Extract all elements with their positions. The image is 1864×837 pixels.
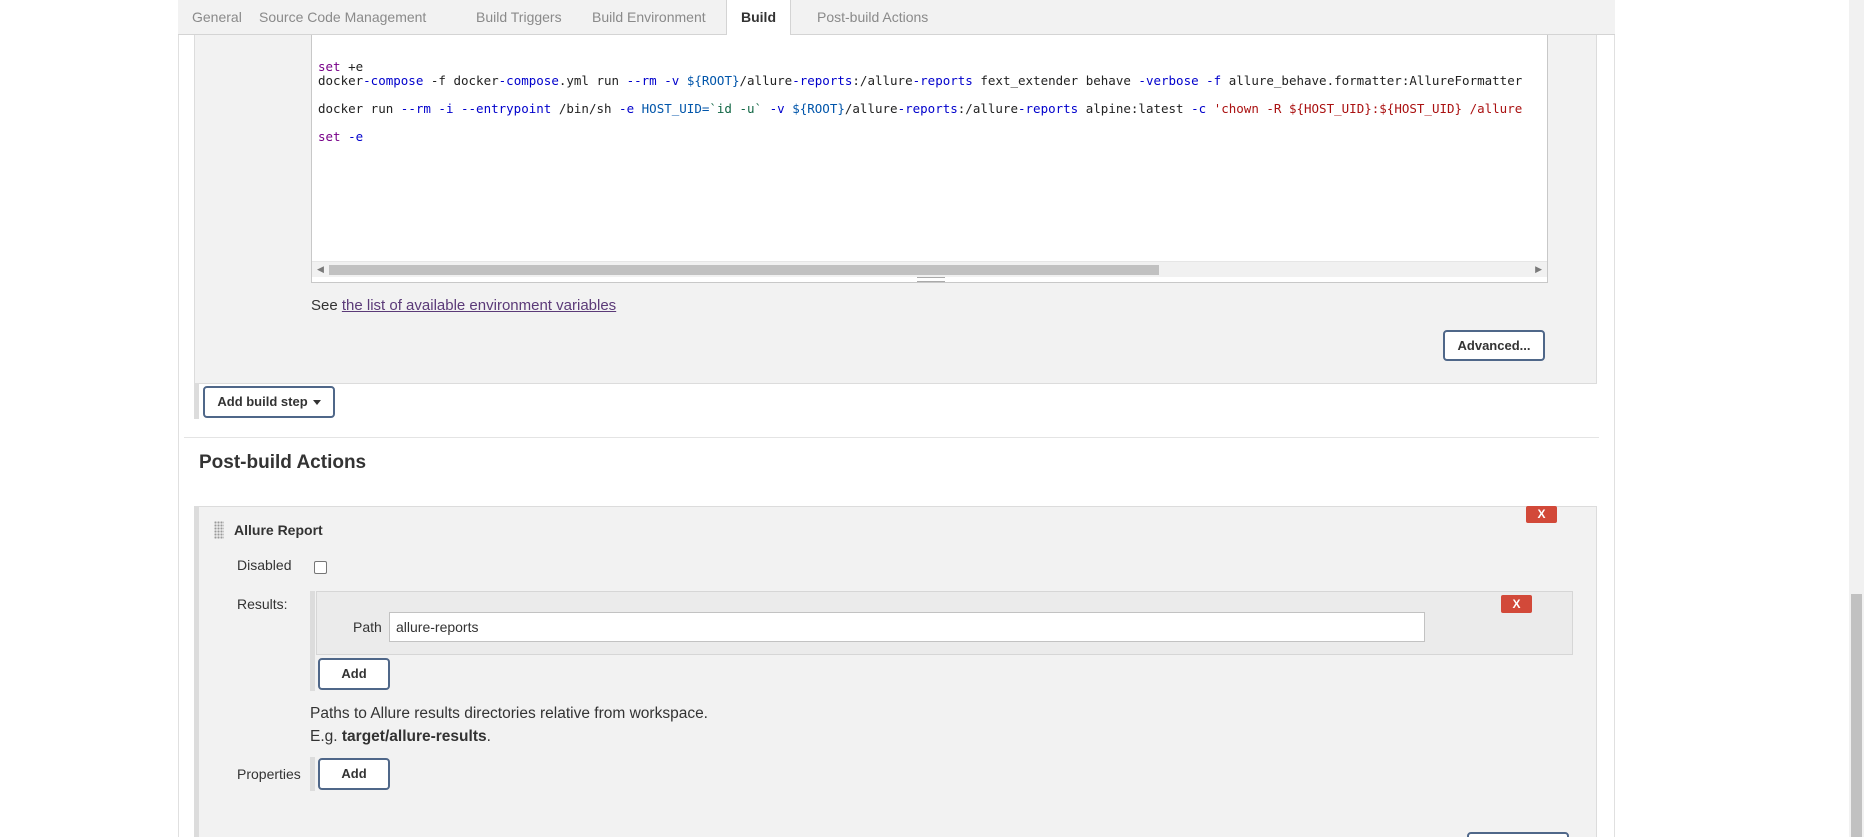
editor-scrollbar-thumb[interactable] xyxy=(329,265,1159,275)
config-tab-bar: General Source Code Management Build Tri… xyxy=(178,0,1615,36)
allure-report-title: Allure Report xyxy=(234,522,323,538)
code-token: allure_behave.formatter:AllureFormatter xyxy=(1221,73,1523,88)
path-label: Path xyxy=(353,619,382,635)
code-token: docker xyxy=(318,73,364,88)
scroll-left-arrow-icon[interactable]: ◀ xyxy=(317,264,324,275)
code-token: -f docker xyxy=(423,73,499,88)
disabled-label: Disabled xyxy=(237,557,292,573)
properties-indent-bar xyxy=(310,757,315,791)
path-input[interactable]: allure-reports xyxy=(389,612,1425,642)
code-token: set xyxy=(318,129,341,144)
code-token: -reports xyxy=(912,73,973,88)
tab-build[interactable]: Build xyxy=(726,0,791,36)
code-token: --rm -i --entrypoint xyxy=(400,101,552,116)
help-example-suffix: . xyxy=(486,728,491,745)
add-build-step-label: Add build step xyxy=(217,394,308,409)
add-property-button[interactable]: Add xyxy=(318,758,390,790)
code-token: -e xyxy=(340,129,364,144)
caret-down-icon xyxy=(312,400,321,406)
code-token: fext_extender behave xyxy=(972,73,1139,88)
remove-path-button[interactable]: X xyxy=(1501,595,1532,613)
allure-report-section xyxy=(198,506,1597,837)
code-token: set xyxy=(318,59,341,74)
code-token: -compose xyxy=(498,73,559,88)
advanced-button[interactable]: Advanced... xyxy=(1443,330,1545,361)
code-token: -v xyxy=(769,101,785,116)
help-example-path: target/allure-results xyxy=(341,728,487,745)
code-token: -c xyxy=(1191,101,1207,116)
editor-resize-grip[interactable] xyxy=(917,277,945,282)
env-vars-prefix: See xyxy=(311,297,342,314)
section-divider xyxy=(184,437,1599,438)
scroll-right-arrow-icon[interactable]: ▶ xyxy=(1535,264,1542,275)
code-token: 'chown -R ${HOST_UID}:${HOST_UID} /allur… xyxy=(1213,101,1523,116)
results-help-example: E.g. target/allure-results. xyxy=(310,728,491,746)
code-token: .yml run xyxy=(558,73,627,88)
code-token: /allure xyxy=(739,73,793,88)
code-token: HOST_UID= xyxy=(641,101,710,116)
env-vars-help: See the list of available environment va… xyxy=(311,297,616,314)
code-line-3: docker run --rm -i --entrypoint /bin/sh … xyxy=(318,101,1522,116)
code-line-4: set -e xyxy=(318,129,363,144)
add-result-button[interactable]: Add xyxy=(318,658,390,690)
help-example-prefix: E.g. xyxy=(310,728,342,745)
code-token: ${ROOT} xyxy=(686,73,740,88)
code-token: `id -u` xyxy=(709,101,763,116)
page-vertical-scrollbar[interactable] xyxy=(1849,0,1864,837)
tab-post-build-actions[interactable]: Post-build Actions xyxy=(803,0,942,35)
tab-build-triggers[interactable]: Build Triggers xyxy=(462,0,576,35)
code-token: -reports xyxy=(897,101,958,116)
code-token: -reports xyxy=(1018,101,1079,116)
remove-allure-report-button[interactable]: X xyxy=(1526,506,1557,523)
code-token: --rm -v xyxy=(626,73,680,88)
results-indent-bar xyxy=(310,591,315,691)
results-label: Results: xyxy=(237,596,288,612)
code-token: docker run xyxy=(318,101,401,116)
code-token: :/allure xyxy=(957,101,1018,116)
code-token: -reports xyxy=(792,73,853,88)
results-help-text: Paths to Allure results directories rela… xyxy=(310,705,708,722)
page-scrollbar-thumb[interactable] xyxy=(1851,594,1862,837)
code-token: alpine:latest xyxy=(1078,101,1192,116)
editor-horizontal-scrollbar[interactable]: ◀ ▶ xyxy=(312,261,1547,277)
add-build-step-button[interactable]: Add build step xyxy=(203,386,335,418)
tab-source-code-management[interactable]: Source Code Management xyxy=(245,0,440,35)
code-line-2: docker-compose -f docker-compose.yml run… xyxy=(318,73,1522,88)
partially-visible-button[interactable] xyxy=(1467,832,1569,837)
code-token: -e xyxy=(619,101,635,116)
code-token: :/allure xyxy=(852,73,913,88)
code-token: -verbose -f xyxy=(1138,73,1222,88)
code-token: +e xyxy=(340,59,364,74)
properties-label: Properties xyxy=(237,766,301,782)
code-token: ${ROOT} xyxy=(792,101,845,116)
disabled-checkbox[interactable] xyxy=(314,561,327,574)
shell-command-editor[interactable]: set +e docker-compose -f docker-compose.… xyxy=(311,35,1548,283)
code-token: /bin/sh xyxy=(551,101,620,116)
code-line-1: set +e xyxy=(318,59,363,74)
post-build-actions-heading: Post-build Actions xyxy=(199,452,367,473)
code-token: -compose xyxy=(363,73,424,88)
env-vars-link[interactable]: the list of available environment variab… xyxy=(342,297,616,314)
drag-handle-icon[interactable] xyxy=(214,521,224,539)
code-token: /allure xyxy=(844,101,898,116)
tab-build-environment[interactable]: Build Environment xyxy=(578,0,720,35)
